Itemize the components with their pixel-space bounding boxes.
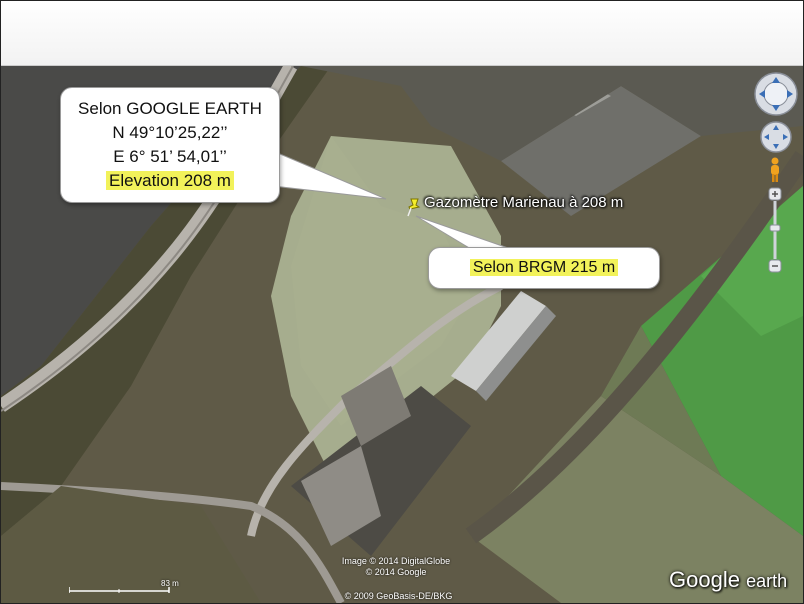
- image-credits: Image © 2014 DigitalGlobe © 2014 Google: [331, 556, 461, 578]
- callout-longitude: E 6° 51’ 54,01’’: [113, 147, 227, 166]
- callout-title: Selon GOOGLE EARTH: [78, 99, 262, 118]
- brgm-callout: Selon BRGM 215 m: [428, 247, 660, 289]
- credit-digitalglobe: Image © 2014 DigitalGlobe: [341, 556, 451, 566]
- placemark-label[interactable]: Gazomètre Marienau à 208 m: [424, 194, 623, 211]
- screenshot-frame: Gazomètre Marienau à 208 m Selon GOOGLE …: [0, 0, 804, 604]
- zoom-slider[interactable]: [768, 187, 782, 273]
- move-control[interactable]: [760, 121, 792, 153]
- header-strip: [1, 1, 803, 66]
- street-view-pegman-icon[interactable]: [767, 157, 783, 183]
- logo-brand: Google: [669, 567, 740, 592]
- google-earth-logo: Google earth: [669, 567, 787, 593]
- scale-bar: [69, 587, 170, 593]
- scale-label: 83 m: [161, 579, 179, 588]
- look-around-control[interactable]: [753, 71, 799, 117]
- credit-google: © 2014 Google: [365, 567, 427, 577]
- logo-product: earth: [746, 571, 788, 591]
- callout-latitude: N 49°10’25,22’’: [112, 123, 228, 142]
- brgm-elevation: Selon BRGM 215 m: [469, 259, 619, 276]
- callout-elevation: Elevation 208 m: [106, 171, 234, 190]
- yellow-pushpin-icon[interactable]: [406, 197, 422, 222]
- credit-geobasis: © 2009 GeoBasis-DE/BKG: [344, 591, 453, 601]
- google-earth-callout: Selon GOOGLE EARTH N 49°10’25,22’’ E 6° …: [60, 87, 280, 203]
